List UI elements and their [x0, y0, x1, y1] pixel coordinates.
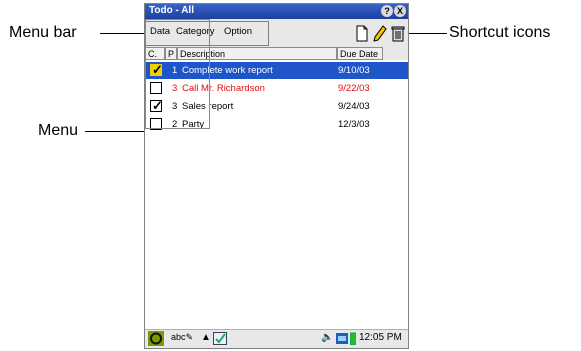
- status-bar: abc✎ ▲ 🔈 12:05 PM: [145, 329, 408, 348]
- handwriting-icon[interactable]: abc✎: [171, 332, 193, 343]
- trash-icon[interactable]: [391, 25, 405, 42]
- due-date: 9/10/03: [338, 65, 370, 76]
- start-icon[interactable]: [148, 331, 164, 346]
- callout-line-menu-bar: [100, 33, 146, 34]
- title-bar: Todo - All ? X: [145, 4, 408, 19]
- new-document-icon[interactable]: [355, 25, 369, 42]
- battery-icon: [350, 332, 356, 345]
- callout-menu: Menu: [38, 122, 79, 139]
- up-arrow-icon[interactable]: ▲: [201, 332, 211, 343]
- callout-shortcut-icons: Shortcut icons: [449, 24, 551, 41]
- close-button[interactable]: X: [394, 5, 406, 17]
- edit-pencil-icon[interactable]: [373, 25, 387, 42]
- callout-line-menu: [85, 131, 147, 132]
- callout-line-shortcut-icons: [403, 33, 447, 34]
- clock[interactable]: 12:05 PM: [359, 332, 402, 343]
- keyboard-icon[interactable]: [336, 333, 348, 344]
- menu-outline: [145, 19, 210, 129]
- menu-option[interactable]: Option: [224, 26, 252, 37]
- column-due-date[interactable]: Due Date: [337, 47, 383, 60]
- callout-menu-bar: Menu bar: [9, 24, 77, 41]
- window-title: Todo - All: [149, 5, 194, 16]
- due-date: 12/3/03: [338, 119, 370, 130]
- due-date: 9/22/03: [338, 83, 370, 94]
- due-date: 9/24/03: [338, 101, 370, 112]
- speaker-icon[interactable]: 🔈: [321, 332, 333, 343]
- help-button[interactable]: ?: [381, 5, 393, 17]
- checkbox-icon[interactable]: [213, 332, 227, 345]
